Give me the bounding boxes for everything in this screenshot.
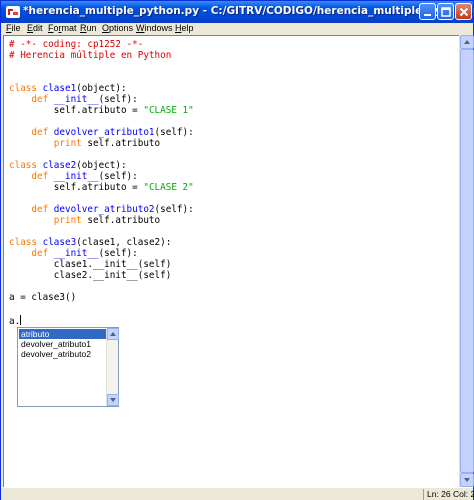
- minimize-button[interactable]: [419, 3, 436, 20]
- autocomplete-popup[interactable]: atributo devolver_atributo1 devolver_atr…: [17, 327, 119, 407]
- arrow-up-icon: [110, 332, 116, 336]
- idle-editor-window: *herencia_multiple_python.py - C:/GITRV/…: [0, 0, 474, 500]
- python-idle-icon: [5, 4, 21, 20]
- menu-bar: File Edit Format Run Options Windows Hel…: [1, 23, 473, 35]
- autocomplete-scrollbar[interactable]: [106, 328, 119, 406]
- scrollbar-thumb[interactable]: [460, 49, 474, 473]
- autocomplete-item-selected[interactable]: atributo: [19, 329, 107, 339]
- menu-format[interactable]: Format: [48, 23, 77, 33]
- title-bar[interactable]: *herencia_multiple_python.py - C:/GITRV/…: [1, 1, 474, 23]
- code-line: class clase3(clase1, clase2):: [9, 237, 172, 248]
- status-bar: Ln: 26 Col: 2: [1, 487, 474, 500]
- menu-run[interactable]: Run: [80, 23, 97, 33]
- menu-edit[interactable]: Edit: [27, 23, 43, 33]
- code-line: class clase1(object):: [9, 83, 127, 94]
- arrow-up-icon: [464, 40, 470, 44]
- minimize-icon: [424, 14, 431, 16]
- maximize-icon: [441, 7, 451, 17]
- code-line: clase1.__init__(self): [9, 259, 172, 270]
- code-line: # Herencia múltiple en Python: [9, 50, 172, 61]
- autocomplete-scroll-down[interactable]: [107, 394, 119, 406]
- code-line: self.atributo = "CLASE 2": [9, 182, 194, 193]
- arrow-down-icon: [464, 478, 470, 482]
- scroll-up-button[interactable]: [460, 35, 474, 49]
- menu-file[interactable]: File: [6, 23, 21, 33]
- code-line: def __init__(self):: [9, 94, 138, 105]
- code-line: self.atributo = "CLASE 1": [9, 105, 194, 116]
- code-line: class clase2(object):: [9, 160, 127, 171]
- code-line-current: a.: [9, 315, 22, 327]
- autocomplete-scroll-up[interactable]: [107, 328, 119, 340]
- window-title: *herencia_multiple_python.py - C:/GITRV/…: [23, 5, 474, 17]
- menu-windows[interactable]: Windows: [136, 23, 173, 33]
- scroll-down-button[interactable]: [460, 473, 474, 487]
- text-cursor: [20, 315, 22, 325]
- code-line: def __init__(self):: [9, 248, 138, 259]
- code-editor[interactable]: # -*- coding: cp1252 -*- # Herencia múlt…: [3, 35, 459, 487]
- menu-options[interactable]: Options: [102, 23, 133, 33]
- autocomplete-list[interactable]: atributo devolver_atributo1 devolver_atr…: [19, 329, 107, 405]
- code-line: a = clase3(): [9, 292, 77, 303]
- close-icon: [459, 7, 469, 17]
- menu-help[interactable]: Help: [175, 23, 194, 33]
- autocomplete-item[interactable]: devolver_atributo2: [19, 349, 107, 359]
- code-line: def devolver_atributo2(self):: [9, 204, 194, 215]
- maximize-button[interactable]: [437, 3, 454, 20]
- code-line: # -*- coding: cp1252 -*-: [9, 39, 144, 50]
- vertical-scrollbar[interactable]: [459, 35, 474, 487]
- cursor-position: Ln: 26 Col: 2: [423, 489, 474, 500]
- code-line: def devolver_atributo1(self):: [9, 127, 194, 138]
- code-line: print self.atributo: [9, 138, 161, 149]
- autocomplete-item[interactable]: devolver_atributo1: [19, 339, 107, 349]
- arrow-down-icon: [110, 398, 116, 402]
- code-line: def __init__(self):: [9, 171, 138, 182]
- code-line: print self.atributo: [9, 215, 161, 226]
- close-button[interactable]: [455, 3, 472, 20]
- code-line: clase2.__init__(self): [9, 270, 172, 281]
